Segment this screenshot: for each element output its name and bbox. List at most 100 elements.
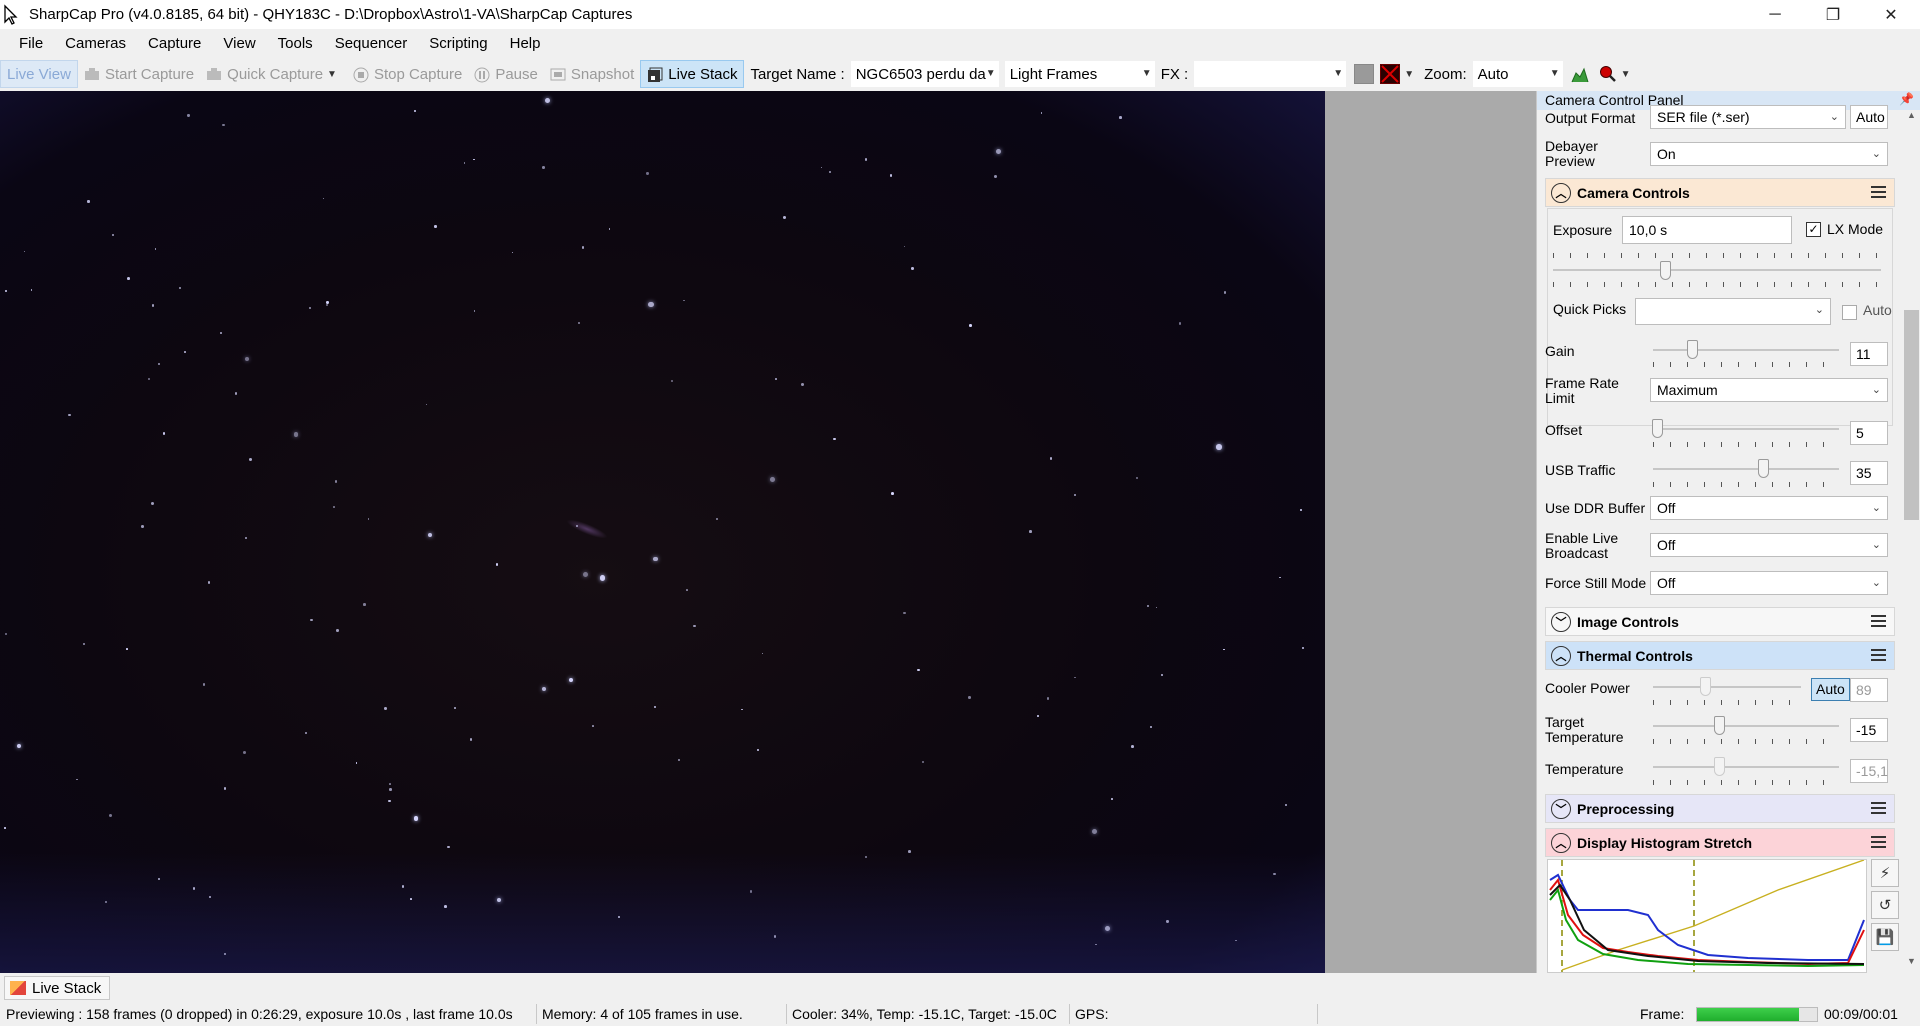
star [427, 532, 433, 538]
histogram-icon[interactable] [1571, 65, 1589, 83]
preprocessing-header[interactable]: ﹀ Preprocessing [1545, 794, 1895, 823]
frame-rate-select[interactable]: Maximum ⌄ [1650, 378, 1888, 402]
frame-type-select[interactable]: Light Frames ▼ [1004, 61, 1155, 87]
frame-progress-bar [1696, 1007, 1818, 1022]
exposure-input[interactable]: 10,0 s [1622, 216, 1792, 244]
display-histogram-header[interactable]: ︿ Display Histogram Stretch [1545, 828, 1895, 857]
usb-traffic-input[interactable]: 35 [1850, 461, 1888, 485]
thermal-controls-header[interactable]: ︿ Thermal Controls [1545, 641, 1895, 670]
menu-scripting[interactable]: Scripting [418, 35, 498, 52]
preprocessing-title: Preprocessing [1577, 800, 1675, 817]
camera-controls-header[interactable]: ︿ Camera Controls [1545, 178, 1895, 207]
focus-assist-icon[interactable] [1380, 64, 1401, 84]
image-controls-header[interactable]: ﹀ Image Controls [1545, 607, 1895, 636]
menu-help[interactable]: Help [499, 35, 552, 52]
menu-icon[interactable] [1871, 615, 1886, 630]
gain-slider-thumb[interactable] [1687, 340, 1698, 359]
menu-file[interactable]: File [8, 35, 54, 52]
star [388, 799, 391, 803]
exposure-slider-thumb[interactable] [1660, 261, 1671, 280]
target-name-input[interactable]: NGC6503 perdu da ▼ [850, 61, 999, 87]
live-image-view[interactable] [0, 91, 1325, 973]
quick-capture-button[interactable]: Quick Capture ▼ [200, 60, 347, 88]
panel-scrollbar[interactable]: ▲ ▼ [1903, 110, 1920, 973]
offset-slider-track[interactable] [1653, 428, 1839, 430]
tab-live-stack[interactable]: Live Stack [4, 976, 111, 1000]
usb-traffic-slider-thumb[interactable] [1758, 459, 1769, 478]
zoom-magnifier-icon[interactable] [1599, 65, 1617, 83]
restore-button[interactable]: ❐ [1804, 0, 1862, 29]
expand-icon[interactable]: ﹀ [1551, 611, 1571, 632]
snapshot-button[interactable]: Snapshot [544, 60, 640, 88]
histogram-chart[interactable] [1547, 859, 1867, 973]
usb-traffic-slider-track[interactable] [1653, 468, 1839, 470]
live-stack-button[interactable]: Live Stack [640, 60, 745, 88]
star [109, 813, 113, 817]
scroll-down-icon[interactable]: ▼ [1903, 956, 1920, 973]
pin-icon[interactable]: 📌 [1899, 92, 1914, 106]
chevron-down-icon[interactable]: ▼ [1621, 69, 1631, 80]
collapse-icon[interactable]: ︿ [1551, 645, 1571, 666]
chevron-down-icon[interactable]: ▼ [1550, 68, 1560, 79]
offset-input[interactable]: 5 [1850, 421, 1888, 445]
force-still-select[interactable]: Off ⌄ [1650, 571, 1888, 595]
cooler-power-input[interactable]: 89 [1850, 678, 1888, 702]
live-view-button[interactable]: Live View [0, 60, 78, 88]
reticle-icon[interactable] [1354, 64, 1375, 84]
auto-stretch-icon[interactable]: ⚡ [1871, 859, 1899, 887]
ddr-buffer-select[interactable]: Off ⌄ [1650, 496, 1888, 520]
quick-picks-auto-checkbox[interactable] [1842, 305, 1857, 320]
quick-picks-select[interactable]: ⌄ [1635, 298, 1831, 325]
menu-capture[interactable]: Capture [137, 35, 212, 52]
live-broadcast-select[interactable]: Off ⌄ [1650, 533, 1888, 557]
fx-select[interactable]: ▼ [1194, 61, 1347, 87]
star [223, 787, 227, 791]
output-format-auto-button[interactable]: Auto [1850, 105, 1888, 129]
chevron-down-icon[interactable]: ▼ [1142, 68, 1152, 79]
pause-label: Pause [495, 65, 538, 83]
chevron-down-icon[interactable]: ▼ [327, 69, 337, 80]
offset-slider-thumb[interactable] [1652, 419, 1663, 438]
collapse-icon[interactable]: ︿ [1551, 832, 1571, 853]
lx-mode-checkbox[interactable]: ✓ [1806, 222, 1821, 237]
pause-button[interactable]: Pause [468, 60, 544, 88]
menu-icon[interactable] [1871, 836, 1886, 851]
save-icon[interactable]: 💾 [1871, 923, 1899, 951]
target-temperature-input[interactable]: -15 [1850, 718, 1888, 742]
debayer-preview-select[interactable]: On ⌄ [1650, 142, 1888, 166]
menu-icon[interactable] [1871, 186, 1886, 201]
target-temperature-slider-thumb[interactable] [1714, 716, 1725, 735]
minimize-button[interactable]: ─ [1746, 0, 1804, 29]
target-temperature-slider-track[interactable] [1653, 725, 1839, 727]
chevron-down-icon[interactable]: ▼ [1404, 69, 1414, 80]
quick-picks-label: Quick Picks [1553, 301, 1627, 317]
stop-capture-button[interactable]: Stop Capture [347, 60, 468, 88]
menu-tools[interactable]: Tools [267, 35, 324, 52]
collapse-icon[interactable]: ︿ [1551, 182, 1571, 203]
start-capture-button[interactable]: Start Capture [78, 60, 200, 88]
menu-view[interactable]: View [212, 35, 266, 52]
debayer-preview-value: On [1657, 146, 1676, 162]
output-format-label: Output Format [1545, 110, 1636, 126]
reset-icon[interactable]: ↺ [1871, 891, 1899, 919]
chevron-down-icon[interactable]: ▼ [986, 68, 996, 79]
chevron-down-icon[interactable]: ▼ [1333, 68, 1343, 79]
star [82, 642, 86, 646]
star [889, 174, 893, 177]
cooler-auto-button[interactable]: Auto [1811, 678, 1850, 701]
menu-cameras[interactable]: Cameras [54, 35, 137, 52]
scroll-thumb[interactable] [1904, 310, 1919, 520]
scroll-up-icon[interactable]: ▲ [1903, 110, 1920, 127]
star [902, 611, 906, 615]
menu-icon[interactable] [1871, 802, 1886, 817]
gain-slider-track[interactable] [1653, 349, 1839, 351]
exposure-ticks-top [1553, 253, 1881, 258]
zoom-select[interactable]: Auto ▼ [1472, 61, 1563, 87]
expand-icon[interactable]: ﹀ [1551, 798, 1571, 819]
close-button[interactable]: ✕ [1862, 0, 1920, 29]
menu-sequencer[interactable]: Sequencer [324, 35, 419, 52]
menu-icon[interactable] [1871, 649, 1886, 664]
output-format-select[interactable]: SER file (*.ser) ⌄ [1650, 105, 1846, 129]
exposure-slider-track[interactable] [1553, 269, 1881, 271]
gain-input[interactable]: 11 [1850, 342, 1888, 366]
